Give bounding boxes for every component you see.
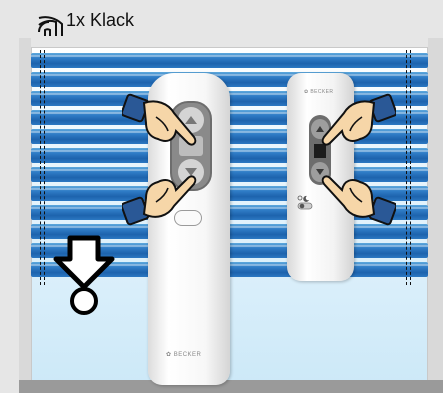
ladder-cord-left (40, 50, 45, 285)
sun-moon-switch[interactable] (296, 195, 316, 211)
slat (31, 53, 428, 68)
window-frame-right (428, 38, 443, 383)
brand-label: ✿ BECKER (166, 352, 202, 358)
sound-waves-icon (38, 16, 63, 36)
down-arrow-icon (53, 235, 115, 315)
window-sill (19, 380, 443, 393)
becker-logo-icon: ✿ (304, 89, 309, 95)
slat (31, 72, 428, 87)
caption: 1x Klack (36, 10, 134, 38)
instruction-illustration: 1x Klack ✿ BECKER ✿ BECKER (0, 0, 443, 393)
pointing-hand-icon (122, 175, 197, 226)
becker-logo-icon: ✿ (166, 352, 172, 358)
pointing-hand-icon (321, 93, 396, 146)
pointing-hand-icon (321, 175, 396, 226)
pointing-hand-icon (122, 93, 197, 146)
window-frame-left (19, 38, 31, 383)
ladder-cord-right (406, 50, 411, 285)
caption-text: 1x Klack (66, 10, 135, 30)
